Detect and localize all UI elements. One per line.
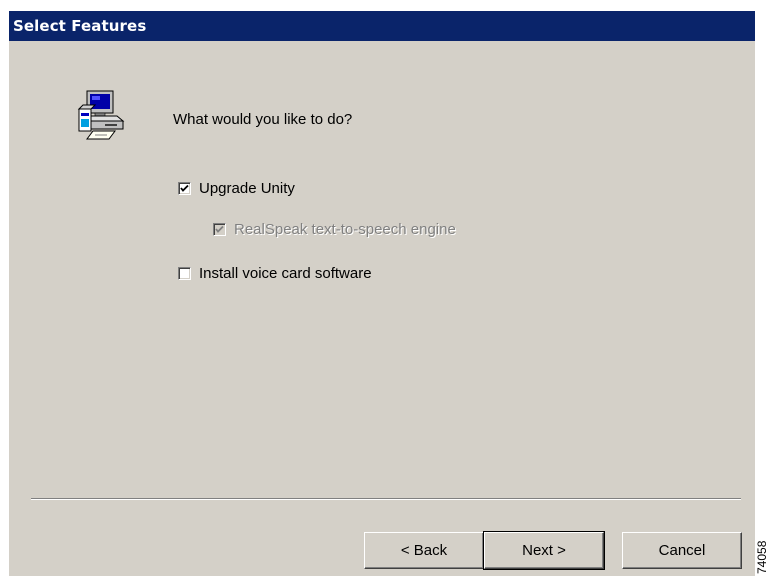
install-voice-card-option[interactable]: Install voice card software (178, 264, 372, 282)
title-bar: Select Features (9, 11, 755, 41)
realspeak-checkbox (213, 222, 226, 236)
next-button[interactable]: Next > (483, 531, 605, 570)
check-mark-icon (180, 184, 189, 192)
figure-number-text: 74058 (755, 540, 769, 574)
upgrade-unity-option[interactable]: Upgrade Unity (178, 179, 295, 197)
prompt-text: What would you like to do? (173, 111, 353, 128)
figure-number: 74058 (755, 540, 772, 576)
upgrade-unity-label: Upgrade Unity (199, 179, 295, 197)
realspeak-label: RealSpeak text-to-speech engine (234, 220, 456, 238)
upgrade-unity-checkbox[interactable] (178, 181, 191, 195)
select-features-dialog: Select Features What would you like to d… (8, 11, 755, 576)
install-voice-card-label: Install voice card software (199, 264, 372, 282)
realspeak-option: RealSpeak text-to-speech engine (213, 220, 456, 238)
separator-line (31, 498, 741, 500)
setup-computer-icon (65, 85, 129, 149)
check-mark-icon (215, 225, 224, 233)
install-voice-card-checkbox[interactable] (178, 266, 191, 280)
window-title: Select Features (13, 17, 147, 35)
back-button[interactable]: < Back (364, 532, 484, 569)
cancel-button[interactable]: Cancel (622, 532, 742, 569)
